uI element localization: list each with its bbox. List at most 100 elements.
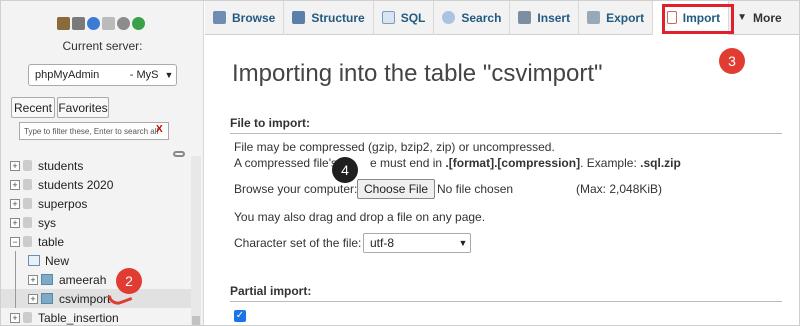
tree-item-label[interactable]: ameerah — [59, 273, 106, 287]
recent-tab[interactable]: Recent — [11, 97, 55, 118]
tree-item-label[interactable]: csvimport — [59, 292, 110, 306]
expand-icon[interactable]: + — [28, 293, 38, 304]
tree-item-students-2020[interactable]: + students 2020 — [1, 175, 191, 194]
database-icon — [23, 160, 32, 171]
tree-item-students[interactable]: + students — [1, 156, 191, 175]
tab-browse[interactable]: Browse — [205, 1, 285, 35]
tree-item-label[interactable]: superpos — [38, 197, 87, 211]
search-icon — [442, 11, 456, 24]
sidebar-scrollbar[interactable] — [191, 156, 201, 325]
database-tree: + students + students 2020 + superpos + … — [1, 156, 191, 325]
tree-item-label[interactable]: students — [38, 159, 83, 173]
chevron-down-icon: ▼ — [737, 12, 748, 23]
settings-icon[interactable] — [117, 17, 130, 30]
tab-label: Search — [461, 10, 502, 25]
database-icon — [23, 217, 32, 228]
collapse-icon[interactable]: − — [10, 236, 20, 247]
charset-select[interactable]: utf-8 ▼ — [363, 233, 471, 253]
database-icon — [23, 198, 32, 209]
tab-insert[interactable]: Insert — [510, 1, 580, 35]
expand-icon[interactable]: + — [10, 179, 20, 190]
tree-item-new[interactable]: New — [1, 251, 191, 270]
new-table-icon — [28, 255, 40, 266]
charset-label: Character set of the file: — [234, 236, 362, 250]
browse-label: Browse your computer: — [234, 182, 358, 196]
tab-more[interactable]: ▼ More — [729, 1, 790, 35]
compress-example: .sql.zip — [640, 156, 681, 170]
database-icon — [23, 236, 32, 247]
export-icon — [587, 11, 601, 24]
clear-filter-icon[interactable]: X — [156, 124, 163, 135]
partial-import-checkbox[interactable]: ✓ — [234, 310, 246, 322]
partial-import-heading: Partial import: — [230, 284, 782, 302]
compression-note: File may be compressed (gzip, bzip2, zip… — [234, 140, 555, 154]
structure-icon — [292, 11, 306, 24]
tree-item-table[interactable]: − table — [1, 232, 191, 251]
tree-item-label[interactable]: students 2020 — [38, 178, 113, 192]
max-size-text: (Max: 2,048KiB) — [576, 182, 663, 196]
tab-label: Insert — [537, 10, 571, 25]
tree-item-label[interactable]: table — [38, 235, 64, 249]
tree-item-superpos[interactable]: + superpos — [1, 194, 191, 213]
tree-line — [15, 251, 16, 270]
chevron-down-icon: ▼ — [458, 238, 468, 248]
table-icon — [41, 274, 53, 285]
compress-text-mid: e must end in — [370, 156, 443, 170]
tab-label: SQL — [400, 10, 426, 25]
home-icon[interactable] — [57, 17, 70, 30]
step-4-badge: 4 — [332, 157, 358, 183]
scrollbar-thumb[interactable] — [192, 316, 200, 325]
database-icon[interactable] — [72, 17, 85, 30]
browse-icon — [213, 11, 226, 24]
docs-icon[interactable] — [102, 17, 115, 30]
tab-structure[interactable]: Structure — [284, 1, 374, 35]
expand-icon[interactable]: + — [28, 274, 38, 285]
charset-value: utf-8 — [370, 236, 395, 250]
database-icon — [23, 312, 32, 323]
compress-text-pre: A compressed file's — [234, 156, 338, 170]
tree-item-table-insertion[interactable]: + Table_insertion — [1, 308, 191, 325]
compress-example-label: . Example: — [580, 156, 637, 170]
reload-icon[interactable] — [132, 17, 145, 30]
expand-icon[interactable]: + — [10, 198, 20, 209]
expand-icon[interactable]: + — [10, 160, 20, 171]
favorites-tab[interactable]: Favorites — [57, 97, 109, 118]
tab-label: Structure — [311, 10, 365, 25]
sql-icon — [381, 11, 395, 24]
tree-item-label[interactable]: Table_insertion — [38, 311, 119, 325]
choose-file-button[interactable]: Choose File — [357, 179, 436, 199]
main-content: Importing into the table "csvimport" Fil… — [205, 36, 799, 325]
tab-search[interactable]: Search — [434, 1, 511, 35]
navigation-sidebar: Current server: phpMyAdmin - MyS ▼ Recen… — [1, 1, 204, 325]
filter-input[interactable]: Type to filter these, Enter to search al… — [19, 122, 169, 140]
tree-line — [15, 289, 16, 308]
compress-format: .[format].[compression] — [445, 156, 581, 170]
drag-drop-hint: You may also drag and drop a file on any… — [234, 210, 486, 224]
tab-sql[interactable]: SQL — [374, 1, 435, 35]
server-select[interactable]: phpMyAdmin - MyS ▼ — [28, 64, 177, 86]
compression-ext-note: A compressed file's e must end in .[forma… — [234, 156, 681, 170]
tab-label: More — [753, 10, 782, 25]
no-file-text: No file chosen — [437, 182, 514, 196]
table-icon — [41, 293, 53, 304]
expand-icon[interactable]: + — [10, 217, 20, 228]
help-icon[interactable] — [87, 17, 100, 30]
import-tab-highlight — [662, 4, 734, 34]
sidebar-toolbar — [57, 17, 145, 30]
tree-line — [15, 270, 16, 289]
insert-icon — [518, 11, 532, 24]
chevron-down-icon: ▼ — [164, 70, 174, 80]
current-server-label: Current server: — [62, 39, 143, 53]
phpmyadmin-window: Current server: phpMyAdmin - MyS ▼ Recen… — [0, 0, 800, 326]
tab-label: Browse — [232, 10, 276, 25]
database-icon — [23, 179, 32, 190]
tab-export[interactable]: Export — [579, 1, 654, 35]
file-to-import-heading: File to import: — [230, 116, 782, 134]
tab-label: Export — [606, 10, 645, 25]
tree-item-label[interactable]: sys — [38, 216, 56, 230]
tree-item-csvimport[interactable]: + csvimport — [1, 289, 191, 308]
tree-item-ameerah[interactable]: + ameerah — [1, 270, 191, 289]
tree-item-sys[interactable]: + sys — [1, 213, 191, 232]
tree-item-label[interactable]: New — [45, 254, 69, 268]
expand-icon[interactable]: + — [10, 312, 20, 323]
